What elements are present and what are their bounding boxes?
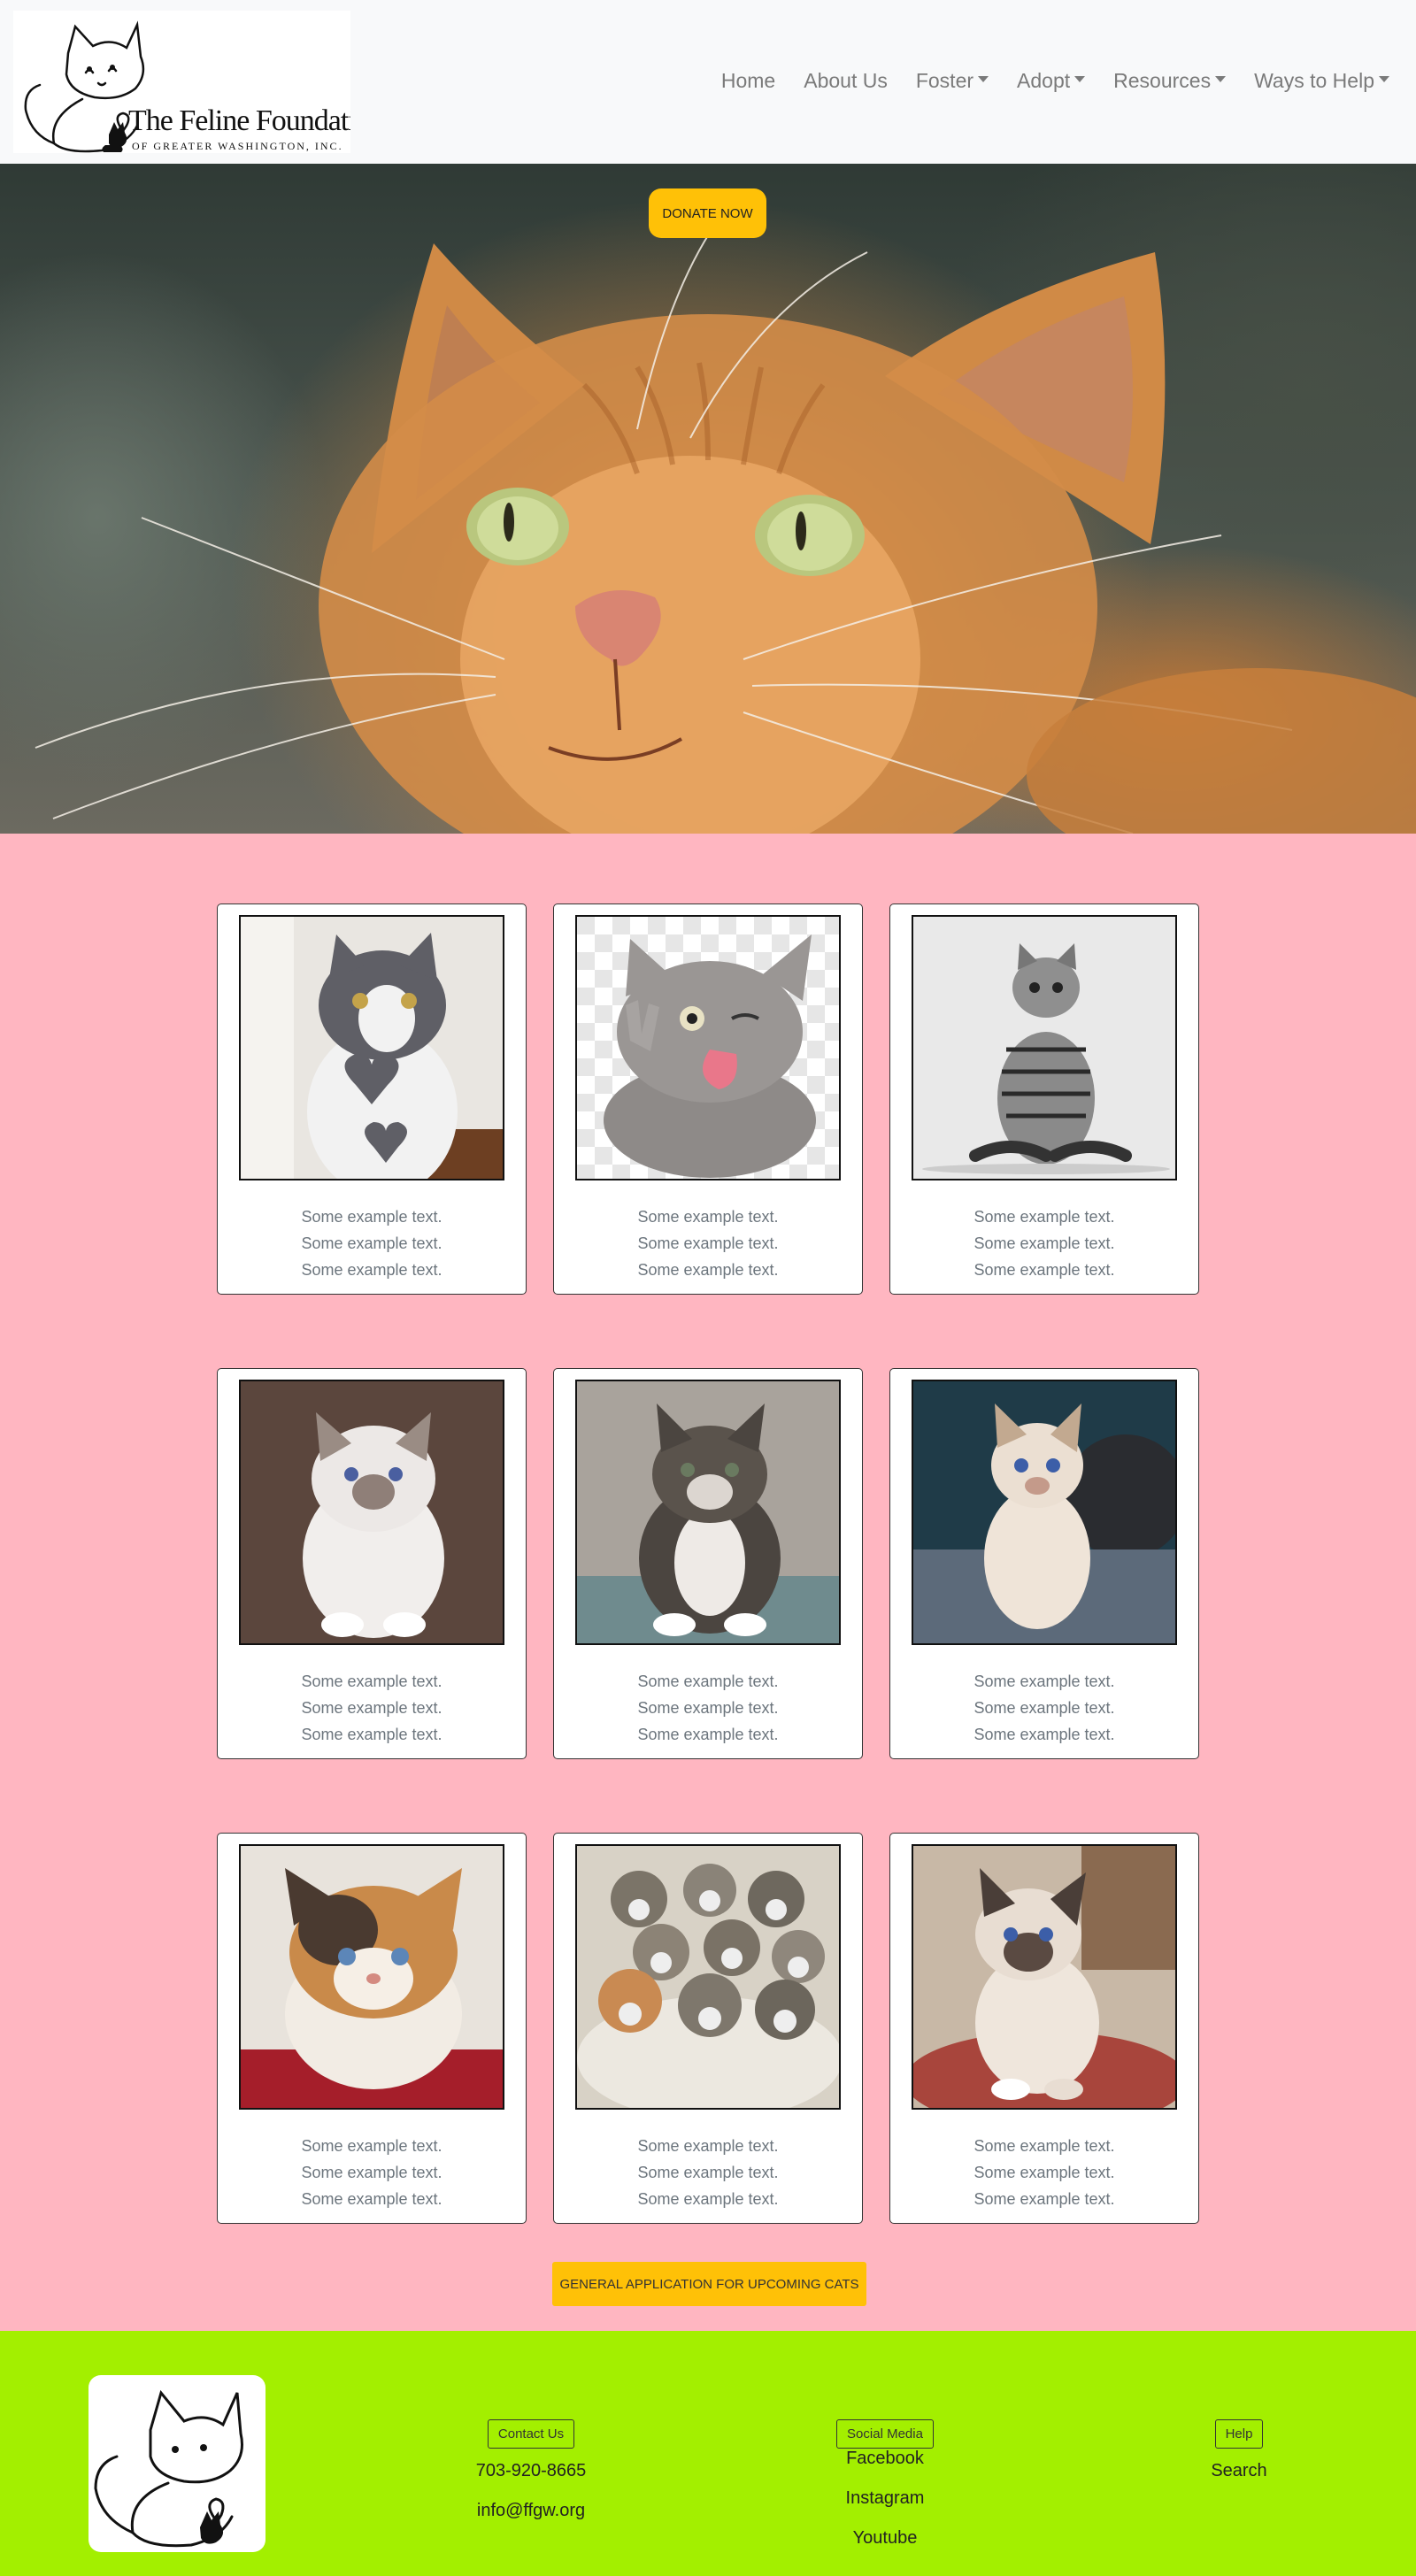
card-text: Some example text. Some example text. So… bbox=[554, 1203, 862, 1283]
facebook-link[interactable]: Facebook bbox=[796, 2449, 974, 2469]
card-line: Some example text. bbox=[637, 1234, 779, 1252]
cat-photo bbox=[575, 1844, 841, 2110]
cat-card[interactable]: Some example text. Some example text. So… bbox=[553, 1833, 863, 2224]
nav-label: Resources bbox=[1113, 69, 1212, 92]
instagram-link[interactable]: Instagram bbox=[796, 2488, 974, 2509]
nav-ways-to-help[interactable]: Ways to Help bbox=[1254, 69, 1389, 93]
card-line: Some example text. bbox=[301, 2190, 442, 2208]
card-text: Some example text. Some example text. So… bbox=[218, 2133, 526, 2212]
card-line: Some example text. bbox=[637, 1726, 779, 1743]
contact-us-button[interactable]: Contact Us bbox=[487, 2419, 575, 2449]
chevron-down-icon bbox=[978, 76, 989, 82]
cat-photo bbox=[239, 1380, 504, 1645]
card-line: Some example text. bbox=[301, 1234, 442, 1252]
card-line: Some example text. bbox=[974, 2190, 1115, 2208]
card-line: Some example text. bbox=[637, 1672, 779, 1690]
cat-card[interactable]: Some example text. Some example text. So… bbox=[217, 1833, 527, 2224]
card-line: Some example text. bbox=[301, 1726, 442, 1743]
chevron-down-icon bbox=[1074, 76, 1086, 82]
cat-card[interactable]: Some example text. Some example text. So… bbox=[889, 1368, 1199, 1759]
youtube-link[interactable]: Youtube bbox=[796, 2528, 974, 2549]
cat-photo bbox=[912, 1380, 1177, 1645]
card-line: Some example text. bbox=[974, 1234, 1115, 1252]
card-line: Some example text. bbox=[301, 1208, 442, 1226]
chevron-down-icon bbox=[1379, 76, 1389, 82]
card-line: Some example text. bbox=[637, 2190, 779, 2208]
nav-adopt[interactable]: Adopt bbox=[1017, 69, 1086, 93]
footer-contact: Contact Us 703-920-8665 info@ffgw.org bbox=[442, 2419, 620, 2521]
card-line: Some example text. bbox=[974, 1726, 1115, 1743]
nav-resources[interactable]: Resources bbox=[1113, 69, 1227, 93]
card-text: Some example text. Some example text. So… bbox=[890, 1668, 1198, 1748]
phone-number[interactable]: 703-920-8665 bbox=[442, 2461, 620, 2481]
cat-card[interactable]: Some example text. Some example text. So… bbox=[553, 904, 863, 1295]
nav-home[interactable]: Home bbox=[721, 69, 775, 93]
card-line: Some example text. bbox=[637, 2164, 779, 2181]
hero-banner: DONATE NOW bbox=[0, 164, 1416, 834]
nav-label: About Us bbox=[804, 69, 888, 92]
nav-label: Foster bbox=[915, 69, 974, 92]
card-line: Some example text. bbox=[301, 1699, 442, 1717]
cat-card[interactable]: Some example text. Some example text. So… bbox=[889, 1833, 1199, 2224]
cat-photo bbox=[575, 915, 841, 1180]
card-text: Some example text. Some example text. So… bbox=[218, 1203, 526, 1283]
donate-button[interactable]: DONATE NOW bbox=[649, 188, 766, 238]
site-logo[interactable]: The Feline Foundation OF GREATER WASHING… bbox=[13, 11, 350, 153]
navbar: The Feline Foundation OF GREATER WASHING… bbox=[0, 0, 1416, 164]
nav-label: Ways to Help bbox=[1254, 69, 1374, 92]
card-line: Some example text. bbox=[974, 1699, 1115, 1717]
cat-card[interactable]: Some example text. Some example text. So… bbox=[217, 904, 527, 1295]
card-line: Some example text. bbox=[974, 1672, 1115, 1690]
card-line: Some example text. bbox=[637, 2137, 779, 2155]
nav-about-us[interactable]: About Us bbox=[804, 69, 888, 93]
card-line: Some example text. bbox=[974, 1261, 1115, 1279]
card-line: Some example text. bbox=[301, 1672, 442, 1690]
card-line: Some example text. bbox=[974, 2164, 1115, 2181]
footer-help: Help Search bbox=[1150, 2419, 1328, 2481]
cat-card[interactable]: Some example text. Some example text. So… bbox=[217, 1368, 527, 1759]
card-text: Some example text. Some example text. So… bbox=[554, 2133, 862, 2212]
card-line: Some example text. bbox=[637, 1208, 779, 1226]
general-application-button[interactable]: GENERAL APPLICATION FOR UPCOMING CATS bbox=[552, 2262, 866, 2306]
card-line: Some example text. bbox=[637, 1699, 779, 1717]
nav-label: Home bbox=[720, 69, 776, 92]
card-line: Some example text. bbox=[637, 1261, 779, 1279]
cat-card[interactable]: Some example text. Some example text. So… bbox=[889, 904, 1199, 1295]
search-link[interactable]: Search bbox=[1150, 2461, 1328, 2481]
card-line: Some example text. bbox=[974, 1208, 1115, 1226]
logo-subtitle: OF GREATER WASHINGTON, INC. bbox=[132, 140, 343, 152]
cat-photo bbox=[912, 915, 1177, 1180]
email-link[interactable]: info@ffgw.org bbox=[442, 2501, 620, 2521]
cat-photo bbox=[912, 1844, 1177, 2110]
card-line: Some example text. bbox=[301, 2137, 442, 2155]
cat-photo bbox=[239, 915, 504, 1180]
nav-foster[interactable]: Foster bbox=[916, 69, 989, 93]
card-line: Some example text. bbox=[301, 1261, 442, 1279]
card-text: Some example text. Some example text. So… bbox=[218, 1668, 526, 1748]
main-nav: Home About Us Foster Adopt Resources Way… bbox=[721, 69, 1389, 93]
social-media-button[interactable]: Social Media bbox=[836, 2419, 934, 2449]
logo-title: The Feline Foundation bbox=[128, 104, 350, 137]
cat-photo bbox=[575, 1380, 841, 1645]
hero-cat-image bbox=[35, 198, 1416, 834]
cat-card[interactable]: Some example text. Some example text. So… bbox=[553, 1368, 863, 1759]
help-button[interactable]: Help bbox=[1214, 2419, 1264, 2449]
cat-photo bbox=[239, 1844, 504, 2110]
nav-label: Adopt bbox=[1017, 69, 1071, 92]
footer-logo[interactable] bbox=[88, 2375, 266, 2552]
chevron-down-icon bbox=[1215, 76, 1227, 82]
footer-social: Social Media Facebook Instagram Youtube bbox=[796, 2419, 974, 2549]
footer: Contact Us 703-920-8665 info@ffgw.org So… bbox=[0, 2331, 1416, 2576]
cat-logo-icon bbox=[94, 2389, 243, 2548]
card-text: Some example text. Some example text. So… bbox=[890, 1203, 1198, 1283]
card-text: Some example text. Some example text. So… bbox=[554, 1668, 862, 1748]
card-line: Some example text. bbox=[974, 2137, 1115, 2155]
card-line: Some example text. bbox=[301, 2164, 442, 2181]
card-text: Some example text. Some example text. So… bbox=[890, 2133, 1198, 2212]
